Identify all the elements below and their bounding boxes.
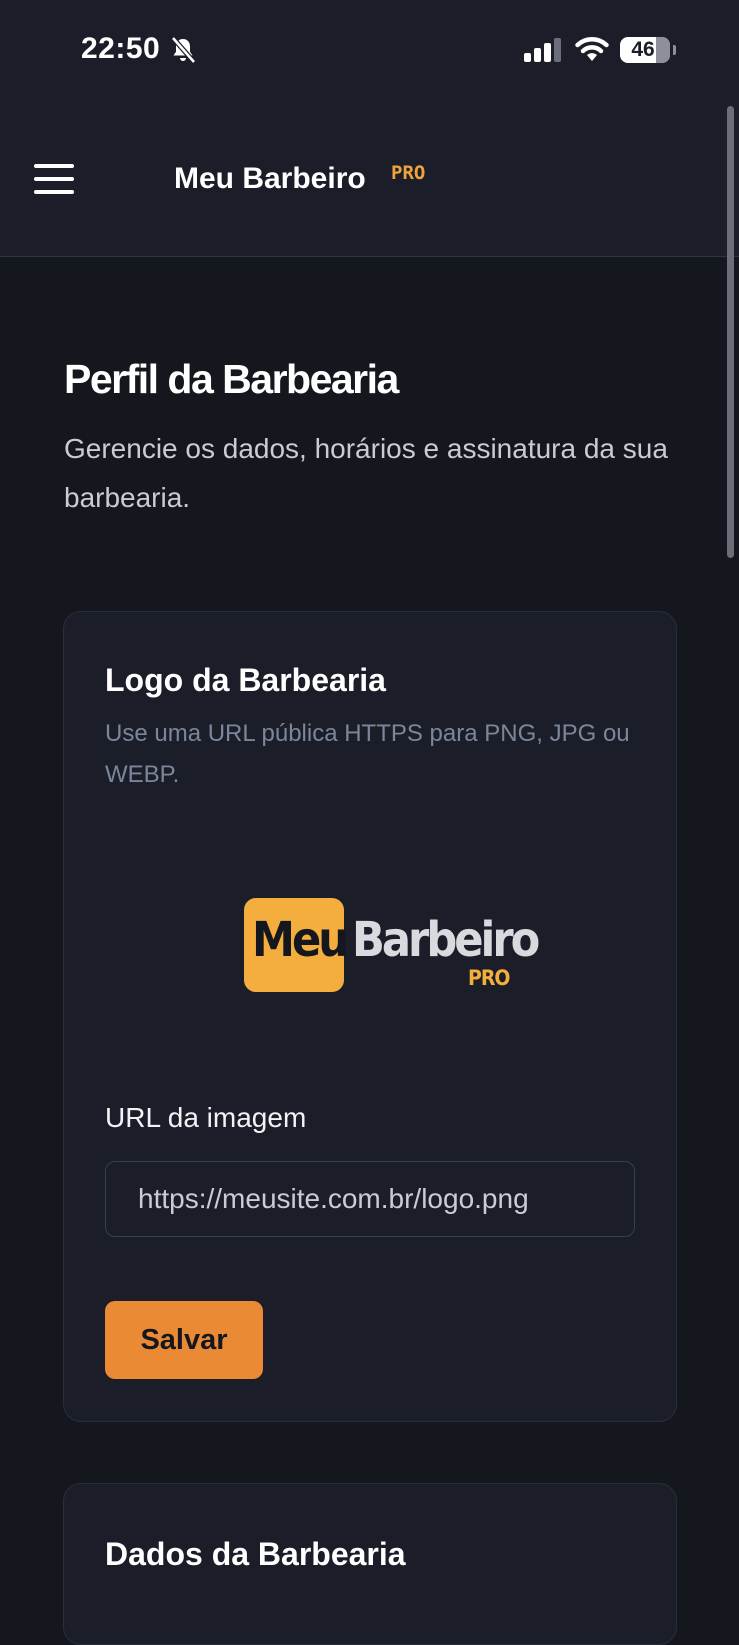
barbershop-logo-image: Meu Barbeiro PRO <box>244 898 540 998</box>
signal-icon <box>524 38 561 62</box>
dados-card-title: Dados da Barbearia <box>105 1536 406 1572</box>
app-badge-pro: PRO <box>391 162 426 184</box>
save-button[interactable]: Salvar <box>105 1301 263 1379</box>
battery-icon: 46 <box>620 37 676 63</box>
hamburger-menu-icon[interactable] <box>34 164 74 194</box>
app-title[interactable]: Meu Barbeiro <box>174 162 366 196</box>
bell-muted-icon <box>171 36 196 64</box>
page-subtitle: Gerencie os dados, horários e assinatura… <box>64 433 668 513</box>
logo-word-meu: Meu <box>252 912 349 968</box>
battery-level: 46 <box>631 38 655 61</box>
status-time: 22:50 <box>81 32 161 65</box>
logo-word-pro: PRO <box>468 966 510 990</box>
page-title: Perfil da Barbearia <box>64 356 399 402</box>
top-app-bar: 22:50 46 Meu Barbeiro PRO <box>0 0 739 257</box>
wifi-icon <box>575 37 609 61</box>
logo-card-title: Logo da Barbearia <box>105 662 386 698</box>
url-field-label: URL da imagem <box>105 1102 307 1133</box>
logo-card-description: Use uma URL pública HTTPS para PNG, JPG … <box>105 720 630 788</box>
dados-card: Dados da Barbearia <box>63 1483 677 1645</box>
scrollbar[interactable] <box>727 106 734 558</box>
logo-card: Logo da Barbearia Use uma URL pública HT… <box>63 611 677 1422</box>
status-bar: 22:50 46 <box>0 0 739 100</box>
logo-word-barbeiro: Barbeiro <box>352 912 540 968</box>
url-input[interactable] <box>105 1161 635 1237</box>
